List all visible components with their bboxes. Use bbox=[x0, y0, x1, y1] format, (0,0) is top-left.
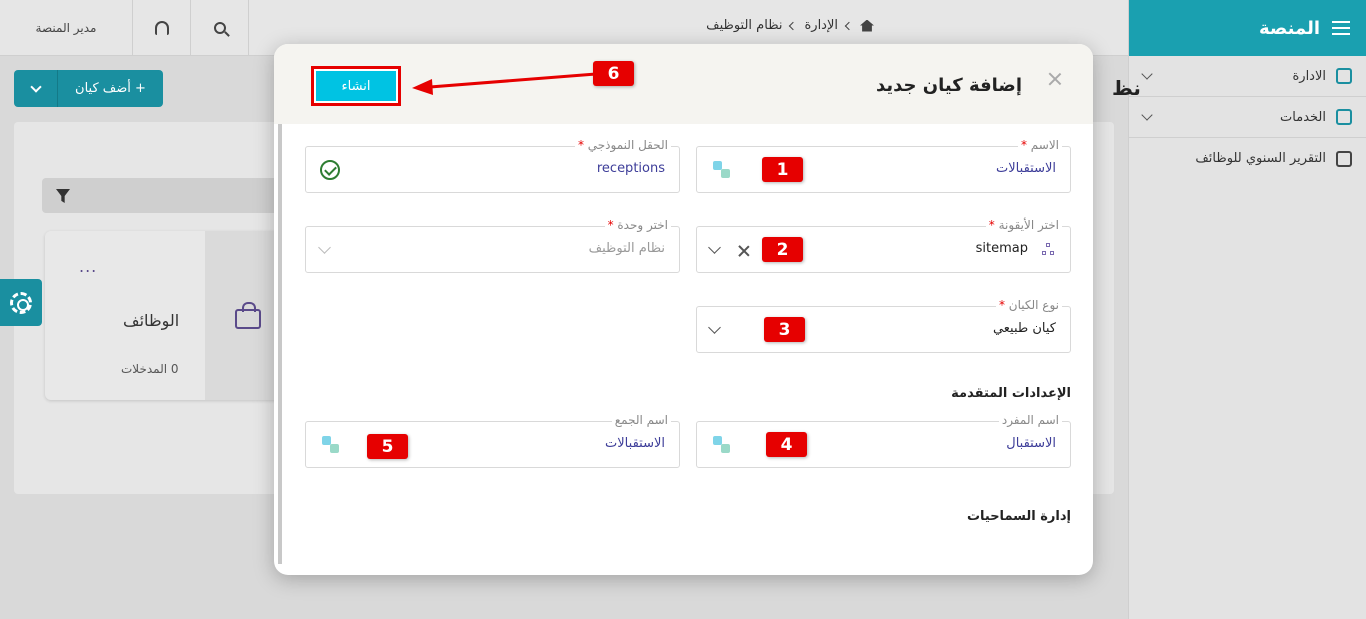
translate-icon[interactable] bbox=[322, 436, 340, 454]
card-title: الوظائف bbox=[123, 311, 180, 330]
sidebar-item-label: التقرير السنوي للوظائف bbox=[1195, 151, 1326, 166]
annotation-badge: 6 bbox=[593, 61, 634, 86]
name-field[interactable]: الاسم * الاستقبالات bbox=[696, 138, 1071, 193]
annotation-badge: 2 bbox=[762, 237, 803, 262]
chevron-left-icon bbox=[789, 21, 798, 30]
search-button[interactable] bbox=[191, 0, 249, 56]
advanced-settings-title: الإعدادات المتقدمة bbox=[951, 386, 1071, 401]
translate-icon[interactable] bbox=[713, 436, 731, 454]
create-button-label: انشاء bbox=[316, 71, 396, 101]
unit-select[interactable]: اختر وحدة * نظام التوظيف bbox=[305, 218, 680, 273]
sitemap-icon bbox=[1042, 243, 1056, 257]
chevron-down-icon[interactable] bbox=[708, 241, 721, 254]
chevron-down-icon[interactable] bbox=[708, 321, 721, 334]
annotation-badge: 3 bbox=[764, 317, 805, 342]
sidebar-item-services[interactable]: الخدمات bbox=[1129, 97, 1366, 138]
unit-label: اختر وحدة * bbox=[604, 218, 671, 232]
scrollbar[interactable] bbox=[278, 124, 282, 564]
entity-type-select[interactable]: نوع الكيان * كيان طبيعي bbox=[696, 298, 1071, 353]
icon-label: اختر الأيقونة * bbox=[985, 218, 1062, 232]
search-icon bbox=[213, 22, 226, 34]
chevron-down-icon[interactable] bbox=[318, 241, 331, 254]
plural-name-label: اسم الجمع bbox=[611, 413, 671, 427]
home-icon[interactable] bbox=[860, 19, 874, 32]
singular-name-label: اسم المفرد bbox=[998, 413, 1062, 427]
singular-name-field[interactable]: اسم المفرد الاستقبال bbox=[696, 413, 1071, 468]
more-options-icon[interactable]: ... bbox=[79, 257, 97, 276]
name-label: الاسم * bbox=[1017, 138, 1062, 152]
annotation-badge: 4 bbox=[766, 432, 807, 457]
check-circle-icon bbox=[320, 160, 340, 180]
translate-icon[interactable] bbox=[713, 161, 731, 179]
annotation-badge: 1 bbox=[762, 157, 803, 182]
sidebar-item-label: الخدمات bbox=[1280, 109, 1326, 125]
user-menu[interactable]: مدير المنصة bbox=[0, 0, 133, 56]
notifications-button[interactable] bbox=[133, 0, 191, 56]
wrench-icon bbox=[1336, 68, 1352, 84]
model-field-label: الحقل النموذجي * bbox=[574, 138, 671, 152]
dropdown-toggle[interactable] bbox=[14, 70, 58, 107]
page-title: نظ bbox=[1112, 76, 1141, 100]
add-entity-button[interactable]: + أضف كيان bbox=[14, 70, 163, 107]
sidebar-item-admin[interactable]: الادارة bbox=[1129, 56, 1366, 97]
icon-value: sitemap bbox=[975, 241, 1028, 256]
card-entries: 0 المدخلات bbox=[121, 362, 179, 376]
clear-icon[interactable] bbox=[738, 245, 750, 257]
singular-name-value: الاستقبال bbox=[1006, 436, 1056, 451]
entity-type-label: نوع الكيان * bbox=[995, 298, 1062, 312]
gear-icon bbox=[10, 291, 32, 314]
breadcrumb-item-admin[interactable]: الإدارة bbox=[804, 18, 838, 33]
add-entity-modal: إضافة كيان جديد انشاء الاسم * الاستقبالا… bbox=[274, 44, 1093, 575]
permissions-title: إدارة السماحيات bbox=[966, 509, 1071, 524]
add-entity-label: + أضف كيان bbox=[75, 81, 146, 96]
entity-card[interactable]: ... الوظائف 0 المدخلات bbox=[45, 231, 285, 400]
shopping-bag-icon bbox=[235, 302, 261, 329]
document-icon bbox=[1336, 150, 1352, 167]
breadcrumb-item-hiring[interactable]: نظام التوظيف bbox=[706, 18, 782, 33]
breadcrumb: الإدارة نظام التوظيف bbox=[706, 18, 874, 33]
modal-header: إضافة كيان جديد انشاء bbox=[274, 44, 1093, 124]
sidebar-item-label: الادارة bbox=[1292, 68, 1326, 84]
unit-value: نظام التوظيف bbox=[588, 241, 665, 256]
sidebar-header: المنصة bbox=[1129, 0, 1366, 56]
chevron-down-icon bbox=[29, 80, 42, 93]
filter-icon[interactable] bbox=[56, 189, 70, 203]
sidebar-title: المنصة bbox=[1259, 17, 1320, 39]
entity-type-value: كيان طبيعي bbox=[992, 321, 1056, 336]
filter-bar[interactable] bbox=[42, 178, 282, 213]
menu-icon[interactable] bbox=[1332, 21, 1350, 35]
bell-icon bbox=[154, 21, 169, 35]
settings-tab[interactable] bbox=[0, 279, 42, 326]
plural-name-field[interactable]: اسم الجمع الاستقبالات bbox=[305, 413, 680, 468]
model-field-value: receptions bbox=[596, 161, 665, 176]
sidebar-item-annual-report[interactable]: التقرير السنوي للوظائف bbox=[1129, 138, 1366, 179]
create-button[interactable]: انشاء bbox=[311, 66, 401, 106]
chevron-left-icon bbox=[844, 21, 854, 30]
modal-title: إضافة كيان جديد bbox=[875, 75, 1022, 96]
chevron-down-icon bbox=[1141, 68, 1153, 80]
chevron-down-icon bbox=[1141, 109, 1153, 121]
model-field-input[interactable]: الحقل النموذجي * receptions bbox=[305, 138, 680, 193]
plural-name-value: الاستقبالات bbox=[605, 436, 665, 451]
sidebar: المنصة الادارة الخدمات التقرير السنوي لل… bbox=[1128, 0, 1366, 619]
annotation-badge: 5 bbox=[367, 434, 408, 459]
icon-select[interactable]: اختر الأيقونة * sitemap bbox=[696, 218, 1071, 273]
name-value: الاستقبالات bbox=[996, 161, 1056, 176]
close-icon[interactable] bbox=[1048, 72, 1062, 86]
card-icon-area bbox=[205, 231, 285, 400]
server-icon bbox=[1336, 109, 1352, 125]
